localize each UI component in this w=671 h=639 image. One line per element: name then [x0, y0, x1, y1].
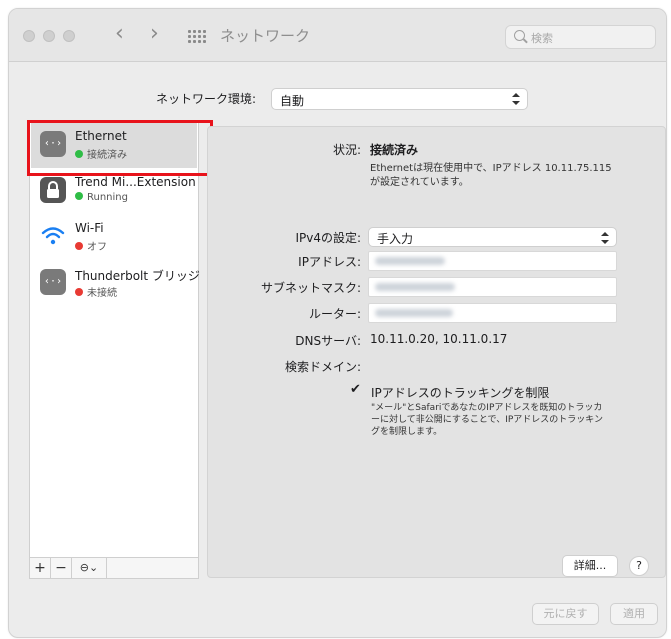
close-window-button[interactable]: [23, 30, 35, 42]
search-domain-label: 検索ドメイン:: [284, 360, 361, 374]
router-label: ルーター:: [308, 307, 361, 321]
search-placeholder: 検索: [531, 32, 553, 45]
chevron-updown-icon: [601, 232, 609, 244]
ethernet-detail-panel: [207, 126, 666, 578]
service-list-toolbar: + − ⊖⌄: [29, 557, 199, 579]
limit-tracking-label: IPアドレスのトラッキングを制限: [371, 386, 550, 400]
ipv4-config-label: IPv4の設定:: [295, 231, 361, 245]
add-service-button[interactable]: +: [30, 558, 51, 578]
wifi-icon: [40, 223, 66, 249]
dns-server-value: 10.11.0.20, 10.11.0.17: [370, 332, 508, 346]
service-status: オフ: [75, 238, 107, 253]
search-icon: [514, 30, 525, 41]
limit-tracking-desc-line1: "メール"とSafariであなたのIPアドレスを既知のトラッカ: [371, 403, 603, 413]
lock-icon: [40, 177, 66, 203]
action-menu-button[interactable]: ⊖⌄: [72, 558, 107, 578]
advanced-button[interactable]: 詳細...: [562, 555, 618, 577]
service-name: Thunderbolt ブリッジ: [75, 269, 200, 283]
limit-tracking-desc-line2: ーに対して非公開にすることで、IPアドレスのトラッキン: [371, 415, 604, 425]
back-icon[interactable]: ‹: [115, 22, 124, 46]
limit-tracking-desc-line3: グを制限します。: [371, 427, 443, 437]
redacted-value: [375, 309, 453, 317]
ethernet-highlight-annotation: [27, 120, 213, 176]
router-field[interactable]: [368, 303, 617, 323]
window-title: ネットワーク: [220, 27, 311, 45]
limit-tracking-checkbox[interactable]: ✔: [350, 382, 361, 397]
ipv4-config-value: 手入力: [377, 232, 414, 246]
search-input[interactable]: 検索: [505, 25, 656, 49]
service-list: ‹·› Ethernet 接続済み Trend Mi...Extension R…: [29, 120, 200, 568]
redacted-value: [375, 257, 445, 265]
status-value: 接続済み: [370, 143, 419, 157]
location-select[interactable]: 自動: [271, 88, 528, 110]
chevron-updown-icon: [512, 93, 520, 105]
ip-address-label: IPアドレス:: [298, 255, 361, 269]
location-value: 自動: [280, 94, 305, 108]
status-dot-red: [75, 242, 83, 250]
service-item-wifi[interactable]: Wi-Fi オフ: [31, 214, 197, 260]
service-item-thunderbolt-bridge[interactable]: ‹·› Thunderbolt ブリッジ 未接続: [31, 260, 200, 306]
remove-service-button[interactable]: −: [51, 558, 72, 578]
zoom-window-button[interactable]: [63, 30, 75, 42]
subnet-mask-field[interactable]: [368, 277, 617, 297]
show-all-grid-icon[interactable]: [188, 30, 206, 43]
service-status: 未接続: [75, 284, 117, 299]
ip-address-field[interactable]: [368, 251, 617, 271]
status-label: 状況:: [332, 143, 361, 157]
title-bar: ‹ › ネットワーク 検索: [9, 9, 666, 62]
dns-server-label: DNSサーバ:: [295, 334, 361, 348]
ethernet-icon: ‹·›: [40, 269, 66, 295]
status-dot-green: [75, 192, 83, 200]
help-button[interactable]: ?: [629, 556, 649, 576]
minimize-window-button[interactable]: [43, 30, 55, 42]
status-dot-red: [75, 288, 83, 296]
subnet-mask-label: サブネットマスク:: [260, 281, 361, 295]
revert-button[interactable]: 元に戻す: [532, 603, 599, 625]
network-preferences-window: ‹ › ネットワーク 検索 ネットワーク環境: 自動 ‹·› Ethernet …: [8, 8, 667, 638]
redacted-value: [375, 283, 455, 291]
service-name: Wi-Fi: [75, 221, 104, 235]
service-name: Trend Mi...Extension: [75, 175, 196, 189]
status-description-line2: が設定されています。: [370, 177, 469, 188]
apply-button[interactable]: 適用: [610, 603, 658, 625]
ipv4-config-select[interactable]: 手入力: [368, 227, 617, 247]
status-description-line1: Ethernetは現在使用中で、IPアドレス 10.11.75.115: [370, 163, 612, 174]
location-label: ネットワーク環境:: [156, 92, 257, 106]
forward-icon[interactable]: ›: [150, 22, 159, 46]
service-status: Running: [75, 192, 128, 203]
